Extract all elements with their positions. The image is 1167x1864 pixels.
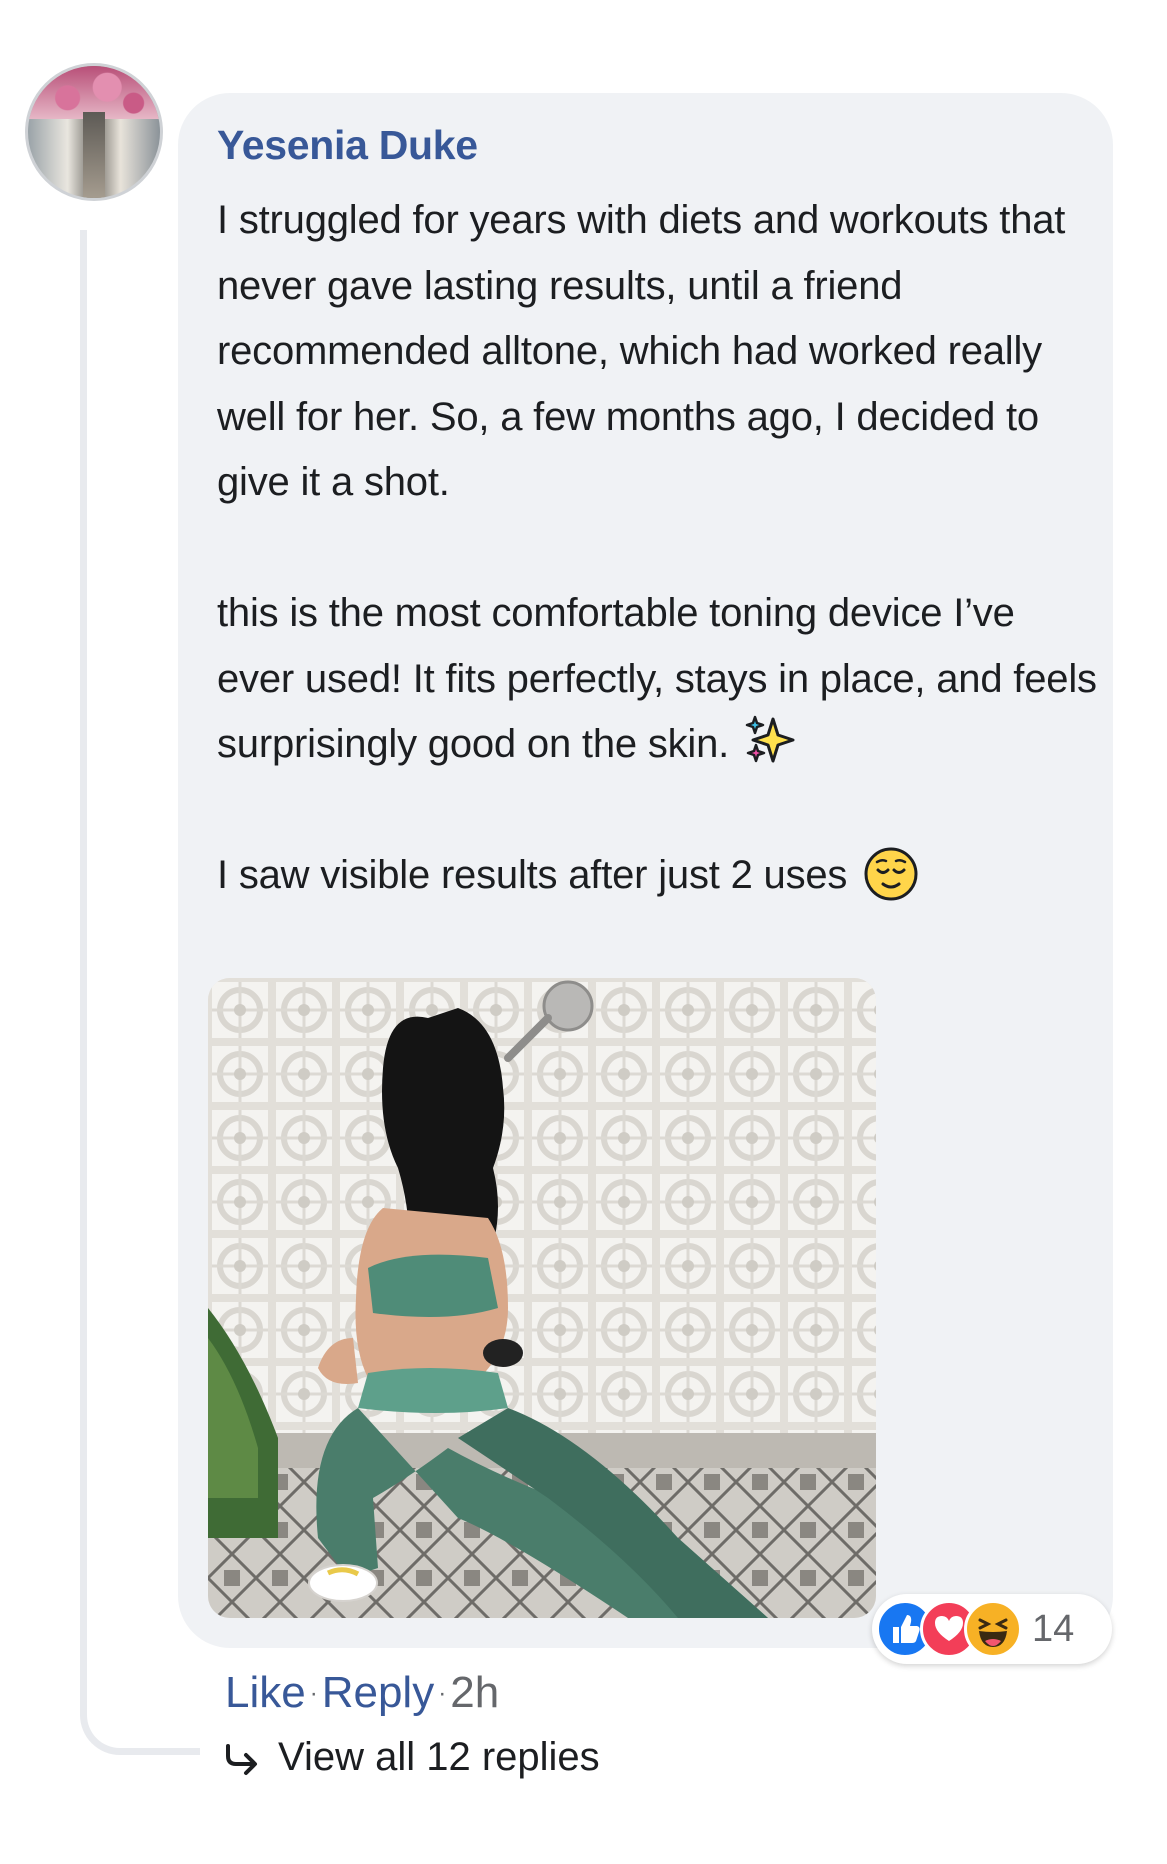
reply-link[interactable]: Reply xyxy=(322,1668,435,1717)
reaction-count: 14 xyxy=(1032,1608,1075,1650)
comment-timestamp[interactable]: 2h xyxy=(450,1668,499,1717)
comment-paragraph-text: this is the most comfortable toning devi… xyxy=(217,591,1097,766)
comment-paragraph-text: I saw visible results after just 2 uses xyxy=(217,853,848,897)
relieved-face-emoji-icon xyxy=(864,847,918,901)
photo-illustration xyxy=(208,978,876,1618)
comment-photo[interactable] xyxy=(208,978,876,1618)
comment-paragraph: I saw visible results after just 2 uses xyxy=(217,843,1097,909)
comment-paragraph: I struggled for years with diets and wor… xyxy=(217,198,1066,504)
view-replies-link[interactable]: View all 12 replies xyxy=(222,1735,600,1780)
comment-text: I struggled for years with diets and wor… xyxy=(217,188,1097,909)
separator-dot: · xyxy=(438,1680,447,1707)
sparkles-emoji-icon xyxy=(745,715,795,763)
view-replies-label: View all 12 replies xyxy=(278,1735,600,1779)
laughing-face-icon xyxy=(978,1618,1008,1647)
like-link[interactable]: Like xyxy=(225,1668,306,1717)
comment-paragraph: this is the most comfortable toning devi… xyxy=(217,581,1097,778)
avatar-flowers xyxy=(28,66,160,119)
avatar[interactable] xyxy=(25,63,163,201)
comment-actions: Like ·Reply ·2h xyxy=(225,1668,499,1718)
avatar-street xyxy=(83,112,105,198)
comment-author[interactable]: Yesenia Duke xyxy=(217,122,478,169)
reactions-summary[interactable]: 14 xyxy=(872,1594,1112,1664)
separator-dot: · xyxy=(309,1680,318,1707)
haha-icon xyxy=(964,1600,1022,1658)
reply-arrow-icon xyxy=(226,1744,257,1775)
